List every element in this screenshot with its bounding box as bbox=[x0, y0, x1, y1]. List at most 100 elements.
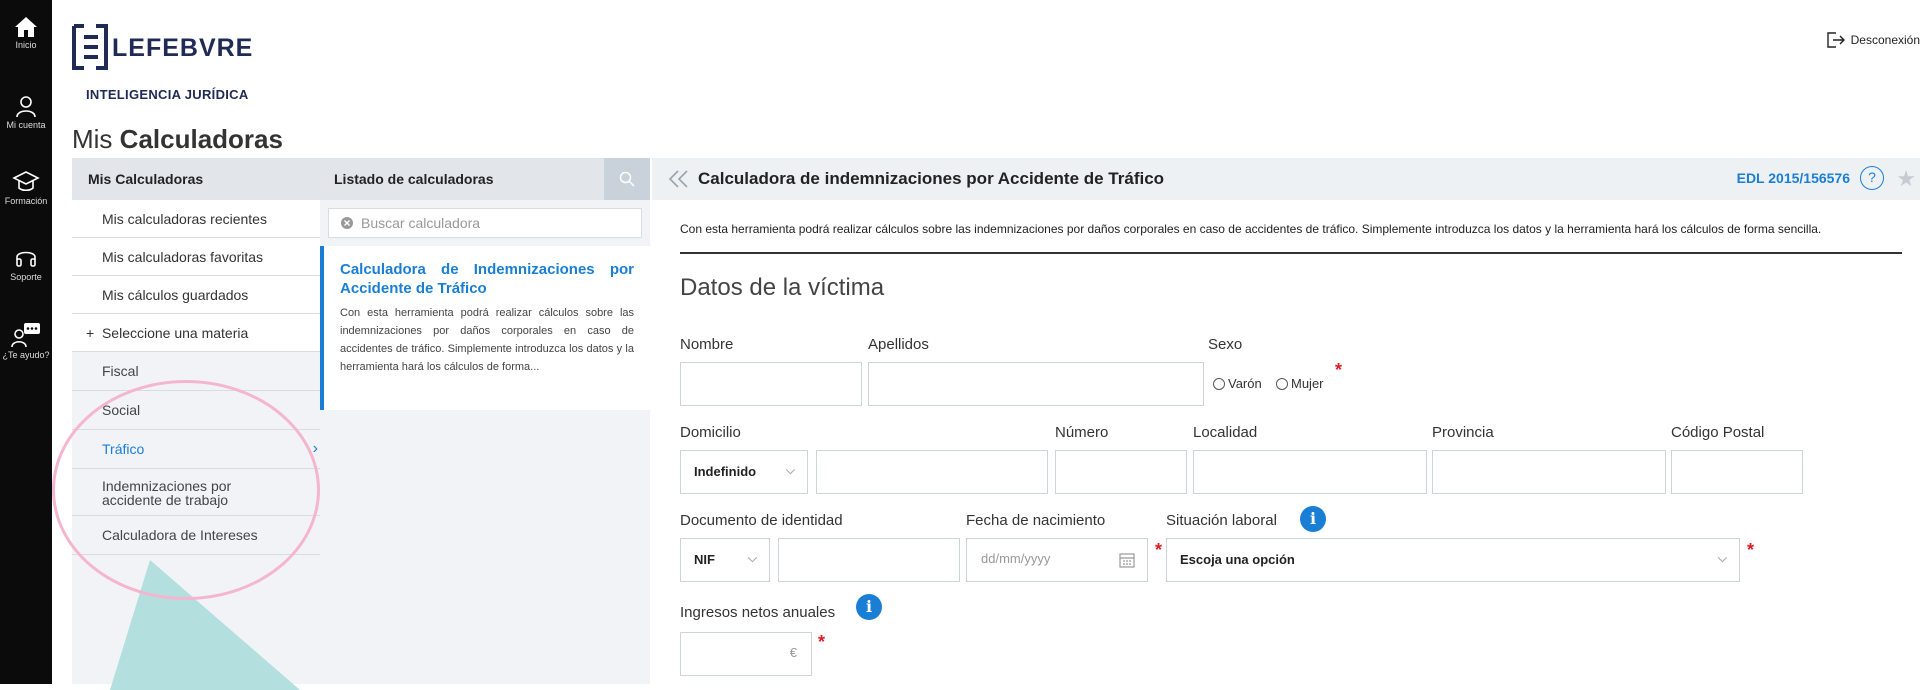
clear-icon[interactable] bbox=[341, 217, 353, 229]
user-icon bbox=[16, 96, 36, 118]
radio-label: Varón bbox=[1228, 376, 1262, 391]
divider bbox=[680, 252, 1902, 254]
sidebar-item-label: Soporte bbox=[10, 272, 42, 282]
calculator-card-description: Con esta herramienta podrá realizar cálc… bbox=[340, 307, 634, 373]
situacion-laboral-select[interactable]: Escoja una opción ⌵ bbox=[1166, 538, 1740, 582]
required-asterisk: * bbox=[818, 632, 826, 652]
apellidos-field[interactable] bbox=[868, 362, 1204, 406]
ingresos-label: Ingresos netos anuales bbox=[680, 604, 836, 621]
left-sidebar: Inicio Mi cuenta Formación Soporte ¿Te a… bbox=[0, 0, 52, 684]
numero-field[interactable] bbox=[1055, 450, 1187, 494]
annotation-circle bbox=[52, 380, 320, 600]
localidad-label: Localidad bbox=[1193, 424, 1258, 441]
sidebar-item-te-ayudo[interactable]: ¿Te ayudo? bbox=[0, 322, 52, 360]
menu-item-guardados[interactable]: Mis cálculos guardados bbox=[72, 276, 320, 314]
sidebar-item-formacion[interactable]: Formación bbox=[0, 170, 52, 206]
section-title: Datos de la víctima bbox=[680, 274, 885, 301]
calculator-card-title[interactable]: Calculadora de Indemnizaciones por Accid… bbox=[340, 260, 634, 298]
date-placeholder: dd/mm/yyyy bbox=[981, 551, 1051, 566]
domicilio-field[interactable] bbox=[816, 450, 1048, 494]
documento-type-select[interactable]: NIF ⌵ bbox=[680, 538, 770, 582]
codigo-postal-field[interactable] bbox=[1671, 450, 1803, 494]
currency-symbol: € bbox=[789, 645, 797, 660]
disconnect-label: Desconexión bbox=[1850, 33, 1920, 47]
sexo-label: Sexo bbox=[1208, 336, 1243, 353]
edl-reference-link[interactable]: EDL 2015/156576 bbox=[1737, 170, 1850, 186]
chevron-down-icon: ⌵ bbox=[1717, 551, 1727, 565]
search-input[interactable]: Buscar calculadora bbox=[328, 208, 642, 238]
documento-field[interactable] bbox=[778, 538, 960, 582]
favorite-star-icon[interactable]: ★ bbox=[1896, 166, 1916, 192]
select-value: NIF bbox=[694, 552, 715, 567]
select-subject-toggle[interactable]: + Seleccione una materia bbox=[72, 314, 320, 352]
calculator-header: Calculadora de indemnizaciones por Accid… bbox=[652, 158, 1920, 200]
select-value: Indefinido bbox=[694, 464, 757, 479]
sidebar-item-label: Formación bbox=[4, 196, 48, 206]
sexo-radio-mujer[interactable]: Mujer bbox=[1276, 376, 1324, 391]
chevron-down-icon: ⌵ bbox=[747, 551, 757, 565]
apellidos-label: Apellidos bbox=[868, 336, 929, 353]
search-button[interactable] bbox=[604, 158, 650, 200]
provincia-label: Provincia bbox=[1432, 424, 1494, 441]
required-asterisk: * bbox=[1335, 360, 1343, 380]
fecha-nacimiento-field[interactable]: dd/mm/yyyy bbox=[966, 538, 1148, 582]
numero-label: Número bbox=[1055, 424, 1109, 441]
radio-circle-icon bbox=[1213, 377, 1225, 390]
fecha-nacimiento-label: Fecha de nacimiento bbox=[966, 512, 1106, 529]
provincia-field[interactable] bbox=[1432, 450, 1666, 494]
calendar-icon[interactable] bbox=[1119, 552, 1135, 568]
plus-icon: + bbox=[86, 325, 95, 341]
info-icon[interactable]: i bbox=[1300, 506, 1326, 532]
double-chevron-left-icon[interactable] bbox=[668, 169, 690, 189]
help-button[interactable]: ? bbox=[1860, 166, 1884, 190]
domicilio-label: Domicilio bbox=[680, 424, 741, 441]
sidebar-item-soporte[interactable]: Soporte bbox=[0, 246, 52, 282]
required-asterisk: * bbox=[1155, 540, 1163, 560]
select-value: Escoja una opción bbox=[1180, 552, 1295, 567]
chat-assistant-icon bbox=[11, 323, 40, 348]
sidebar-item-label: Mi cuenta bbox=[6, 120, 46, 130]
search-icon bbox=[619, 171, 635, 187]
sidebar-item-label: ¿Te ayudo? bbox=[2, 350, 50, 360]
documento-label: Documento de identidad bbox=[680, 512, 843, 529]
calculator-main: Calculadora de indemnizaciones por Accid… bbox=[652, 158, 1920, 684]
lefebvre-logo-icon bbox=[72, 24, 108, 70]
localidad-field[interactable] bbox=[1193, 450, 1427, 494]
menu-item-favoritas[interactable]: Mis calculadoras favoritas bbox=[72, 238, 320, 276]
sidebar-item-inicio[interactable]: Inicio bbox=[0, 16, 52, 50]
page-title: Mis Calculadoras bbox=[72, 124, 283, 155]
domicilio-type-select[interactable]: Indefinido ⌵ bbox=[680, 450, 808, 494]
sidebar-item-label: Inicio bbox=[15, 40, 37, 50]
intro-text: Con esta herramienta podrá realizar cálc… bbox=[680, 222, 1822, 236]
info-icon[interactable]: i bbox=[856, 594, 882, 620]
search-placeholder: Buscar calculadora bbox=[361, 215, 481, 231]
menu-item-recientes[interactable]: Mis calculadoras recientes bbox=[72, 200, 320, 238]
radio-circle-icon bbox=[1276, 377, 1288, 390]
radio-label: Mujer bbox=[1291, 376, 1324, 391]
nombre-field[interactable] bbox=[680, 362, 862, 406]
logo-text: LEFEBVRE bbox=[112, 34, 254, 62]
chevron-down-icon: ⌵ bbox=[785, 463, 795, 477]
sexo-radio-varon[interactable]: Varón bbox=[1213, 376, 1262, 391]
ingresos-field[interactable]: € bbox=[680, 632, 812, 676]
required-asterisk: * bbox=[1747, 540, 1755, 560]
listado-calculadoras-panel: Listado de calculadoras Buscar calculado… bbox=[320, 158, 650, 684]
sidebar-item-mi-cuenta[interactable]: Mi cuenta bbox=[0, 94, 52, 130]
disconnect-button[interactable]: Desconexión bbox=[1826, 32, 1920, 48]
situacion-laboral-label: Situación laboral bbox=[1166, 512, 1277, 529]
codigo-postal-label: Código Postal bbox=[1671, 424, 1765, 441]
calculator-card[interactable]: Calculadora de Indemnizaciones por Accid… bbox=[320, 246, 650, 410]
calculator-title: Calculadora de indemnizaciones por Accid… bbox=[698, 169, 1165, 188]
page-title-light: Mis bbox=[72, 124, 120, 154]
page-title-bold: Calculadoras bbox=[119, 124, 283, 154]
headset-icon bbox=[16, 251, 36, 267]
logo-subtitle: INTELIGENCIA JURÍDICA bbox=[86, 87, 249, 102]
panel-header: Mis Calculadoras bbox=[72, 158, 320, 200]
panel-header-label: Listado de calculadoras bbox=[334, 171, 494, 187]
panel-header: Listado de calculadoras bbox=[320, 158, 650, 200]
graduation-cap-icon bbox=[12, 171, 40, 192]
home-icon bbox=[15, 17, 37, 37]
logout-icon bbox=[1826, 32, 1845, 48]
nombre-label: Nombre bbox=[680, 336, 734, 353]
select-subject-label: Seleccione una materia bbox=[101, 325, 249, 341]
